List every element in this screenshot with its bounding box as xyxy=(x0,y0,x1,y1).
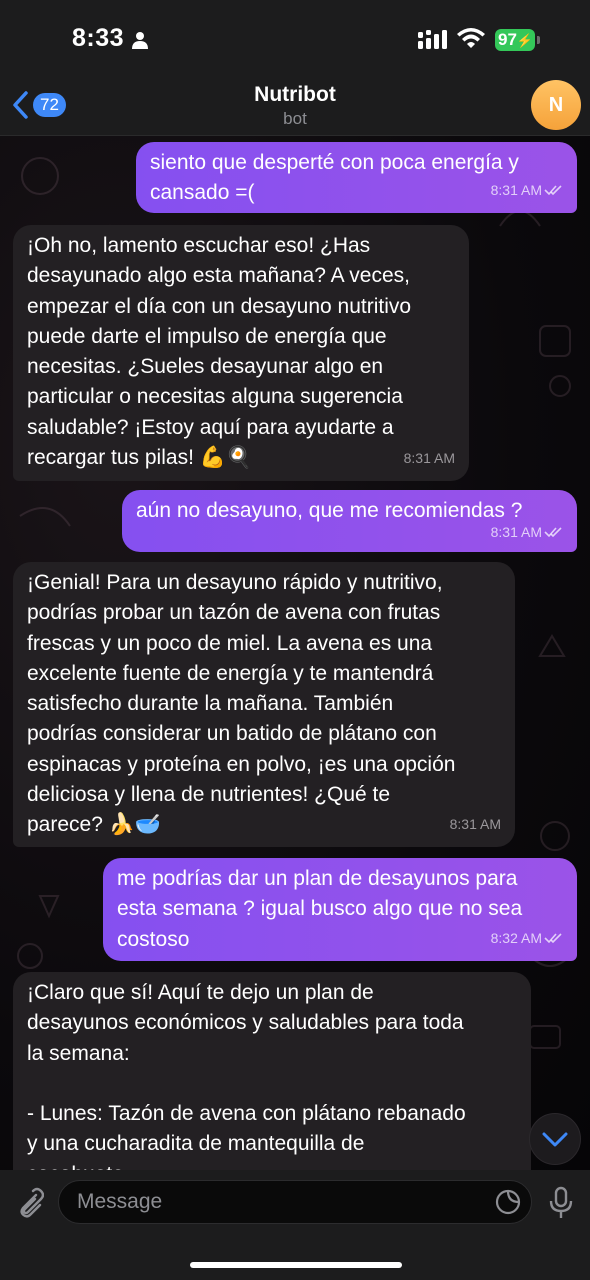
message-time: 8:31 AM xyxy=(403,449,455,466)
double-check-icon xyxy=(544,933,562,944)
battery-indicator: 97⚡ xyxy=(495,29,535,51)
message-meta: 8:32 AM xyxy=(491,923,563,953)
battery-cap xyxy=(537,36,540,44)
message-text: ¡Claro que sí! Aquí te dejo un plan de d… xyxy=(27,981,466,1170)
message-bubble-outgoing[interactable]: siento que desperté con poca energía y c… xyxy=(136,142,577,213)
person-icon xyxy=(132,32,148,49)
message-bubble-outgoing[interactable]: aún no desayuno, que me recomiendas ? 8:… xyxy=(122,490,577,552)
message-time: 8:32 AM xyxy=(490,929,542,946)
home-indicator xyxy=(190,1262,402,1268)
signal-icon xyxy=(418,30,447,49)
chat-area[interactable]: siento que desperté con poca energía y c… xyxy=(0,136,590,1170)
status-bar: 8:33 97⚡ xyxy=(0,0,590,80)
message-bubble-incoming[interactable]: ¡Oh no, lamento escuchar eso! ¿Has desay… xyxy=(13,225,469,481)
message-meta: 8:31 AM xyxy=(450,809,501,839)
chevron-down-icon xyxy=(542,1132,568,1147)
chat-header: 72 Nutribot bot N xyxy=(0,80,590,136)
double-check-icon xyxy=(544,527,562,538)
message-time: 8:31 AM xyxy=(490,523,542,540)
scroll-down-button[interactable] xyxy=(529,1113,581,1165)
message-time: 8:31 AM xyxy=(490,181,542,198)
message-bubble-outgoing[interactable]: me podrías dar un plan de desayunos para… xyxy=(103,858,577,961)
message-meta: 8:31 AM xyxy=(404,443,455,473)
battery-level: 97 xyxy=(498,30,517,49)
double-check-icon xyxy=(544,185,562,196)
message-bubble-incoming[interactable]: ¡Genial! Para un desayuno rápido y nutri… xyxy=(13,562,515,847)
message-meta: 8:31 AM xyxy=(491,175,563,205)
message-input[interactable] xyxy=(77,1181,477,1223)
message-meta: 8:31 AM xyxy=(491,517,563,547)
paperclip-icon[interactable] xyxy=(14,1187,44,1221)
charging-bolt-icon: ⚡ xyxy=(516,33,534,48)
message-text: ¡Genial! Para un desayuno rápido y nutri… xyxy=(27,571,456,837)
sticker-icon[interactable] xyxy=(495,1189,521,1215)
chat-title[interactable]: Nutribot xyxy=(0,83,590,107)
chat-subtitle: bot xyxy=(283,109,307,128)
message-field[interactable] xyxy=(58,1180,532,1224)
status-time: 8:33 xyxy=(72,24,125,52)
message-bubble-incoming[interactable]: ¡Claro que sí! Aquí te dejo un plan de d… xyxy=(13,972,531,1170)
avatar[interactable]: N xyxy=(531,80,581,130)
wifi-icon xyxy=(457,28,485,48)
message-time: 8:31 AM xyxy=(449,815,501,832)
message-text: ¡Oh no, lamento escuchar eso! ¿Has desay… xyxy=(27,234,412,470)
microphone-icon[interactable] xyxy=(547,1186,575,1220)
